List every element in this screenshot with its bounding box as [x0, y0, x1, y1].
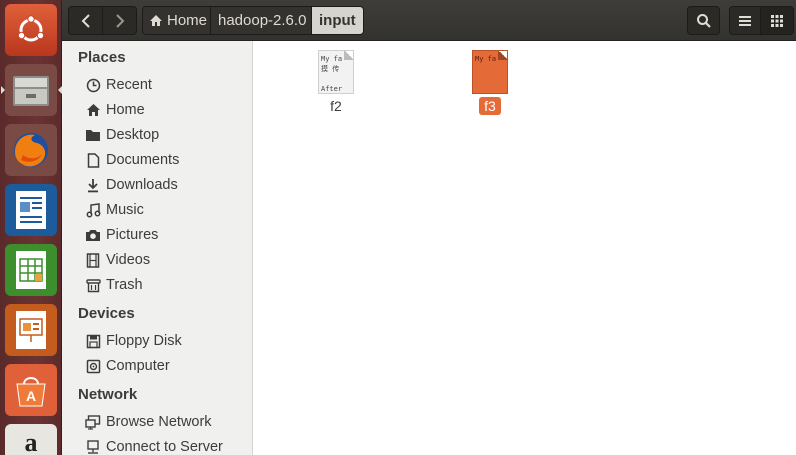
sidebar-item-label: Videos: [106, 252, 151, 268]
svg-text:a: a: [25, 428, 38, 455]
sidebar-item-videos[interactable]: Videos: [84, 249, 150, 271]
sidebar-item-label: Trash: [106, 277, 143, 293]
clock-icon: [84, 77, 102, 93]
sidebar-item-home[interactable]: Home: [84, 99, 145, 121]
grid-view-button[interactable]: [760, 6, 794, 35]
breadcrumb-label: Home: [167, 12, 208, 29]
file-thumbnail: My fa 摸 传 After: [318, 50, 354, 94]
file-thumbnail: My fa: [472, 50, 508, 94]
home-icon: [84, 102, 102, 118]
launcher: A a: [0, 0, 62, 455]
sidebar-item-label: Desktop: [106, 127, 160, 143]
sidebar-item-downloads[interactable]: Downloads: [84, 174, 178, 196]
film-icon: [84, 252, 102, 268]
libreoffice-impress-icon[interactable]: [5, 304, 57, 356]
folder-icon: [84, 127, 102, 143]
chevron-right-icon: [115, 13, 124, 28]
devices-heading: Devices: [78, 305, 135, 322]
sidebar-item-label: Home: [106, 102, 145, 118]
sidebar: Places Recent Home Desktop Documents Dow…: [62, 41, 253, 455]
file-view[interactable]: My fa 摸 传 After f2 My fa f3: [253, 41, 796, 455]
sidebar-item-desktop[interactable]: Desktop: [84, 124, 159, 146]
grid-view-icon: [771, 14, 783, 27]
download-icon: [84, 177, 102, 193]
file-item-f2[interactable]: My fa 摸 传 After f2: [301, 50, 371, 115]
sidebar-item-trash[interactable]: Trash: [84, 274, 143, 296]
breadcrumb-hadoop[interactable]: hadoop-2.6.0: [210, 6, 315, 35]
svg-text:A: A: [26, 388, 36, 404]
preview-line: After: [321, 85, 343, 93]
software-center-icon[interactable]: A: [5, 364, 57, 416]
places-heading: Places: [78, 49, 126, 66]
sidebar-item-documents[interactable]: Documents: [84, 149, 179, 171]
computer-icon: [84, 358, 102, 374]
back-button[interactable]: [68, 6, 103, 35]
preview-line: 摸 传: [321, 65, 340, 73]
music-icon: [84, 202, 102, 218]
chevron-left-icon: [81, 13, 90, 28]
preview-line: [321, 74, 351, 84]
header-bar: Home hadoop-2.6.0 input: [62, 0, 796, 41]
libreoffice-calc-icon[interactable]: [5, 244, 57, 296]
network-heading: Network: [78, 386, 138, 403]
amazon-icon[interactable]: a: [5, 424, 57, 455]
sidebar-item-music[interactable]: Music: [84, 199, 144, 221]
document-icon: [84, 152, 102, 168]
sidebar-item-browse-network[interactable]: Browse Network: [84, 411, 212, 433]
sidebar-item-connect-to-server[interactable]: Connect to Server: [84, 436, 223, 455]
sidebar-item-floppy-disk[interactable]: Floppy Disk: [84, 330, 182, 352]
libreoffice-writer-icon[interactable]: [5, 184, 57, 236]
sidebar-item-label: Recent: [106, 77, 152, 93]
forward-button[interactable]: [102, 6, 137, 35]
sidebar-item-label: Downloads: [106, 177, 178, 193]
breadcrumb-home[interactable]: Home: [142, 6, 215, 35]
breadcrumb-label: hadoop-2.6.0: [218, 12, 307, 29]
firefox-icon[interactable]: [5, 124, 57, 176]
ubuntu-dash-icon[interactable]: [5, 4, 57, 56]
file-name: f3: [479, 97, 501, 115]
list-view-button[interactable]: [729, 6, 761, 35]
sidebar-item-pictures[interactable]: Pictures: [84, 224, 158, 246]
sidebar-item-label: Pictures: [106, 227, 159, 243]
sidebar-item-recent[interactable]: Recent: [84, 74, 152, 96]
sidebar-item-label: Connect to Server: [106, 439, 223, 455]
breadcrumb-label: input: [319, 12, 356, 29]
server-icon: [84, 439, 102, 455]
sidebar-item-label: Documents: [106, 152, 180, 168]
camera-icon: [84, 227, 102, 243]
search-button[interactable]: [687, 6, 720, 35]
sidebar-item-computer[interactable]: Computer: [84, 355, 170, 377]
file-item-f3[interactable]: My fa f3: [455, 50, 525, 115]
sidebar-item-label: Music: [106, 202, 144, 218]
home-icon: [150, 15, 162, 26]
files-icon[interactable]: [1, 64, 62, 116]
search-icon: [696, 13, 711, 28]
sidebar-item-label: Computer: [106, 358, 170, 374]
file-name: f2: [330, 98, 342, 114]
sidebar-item-label: Browse Network: [106, 414, 212, 430]
breadcrumb-input[interactable]: input: [311, 6, 364, 35]
network-icon: [84, 414, 102, 430]
list-view-icon: [739, 15, 751, 26]
trash-icon: [84, 277, 102, 293]
sidebar-item-label: Floppy Disk: [106, 333, 182, 349]
floppy-icon: [84, 333, 102, 349]
